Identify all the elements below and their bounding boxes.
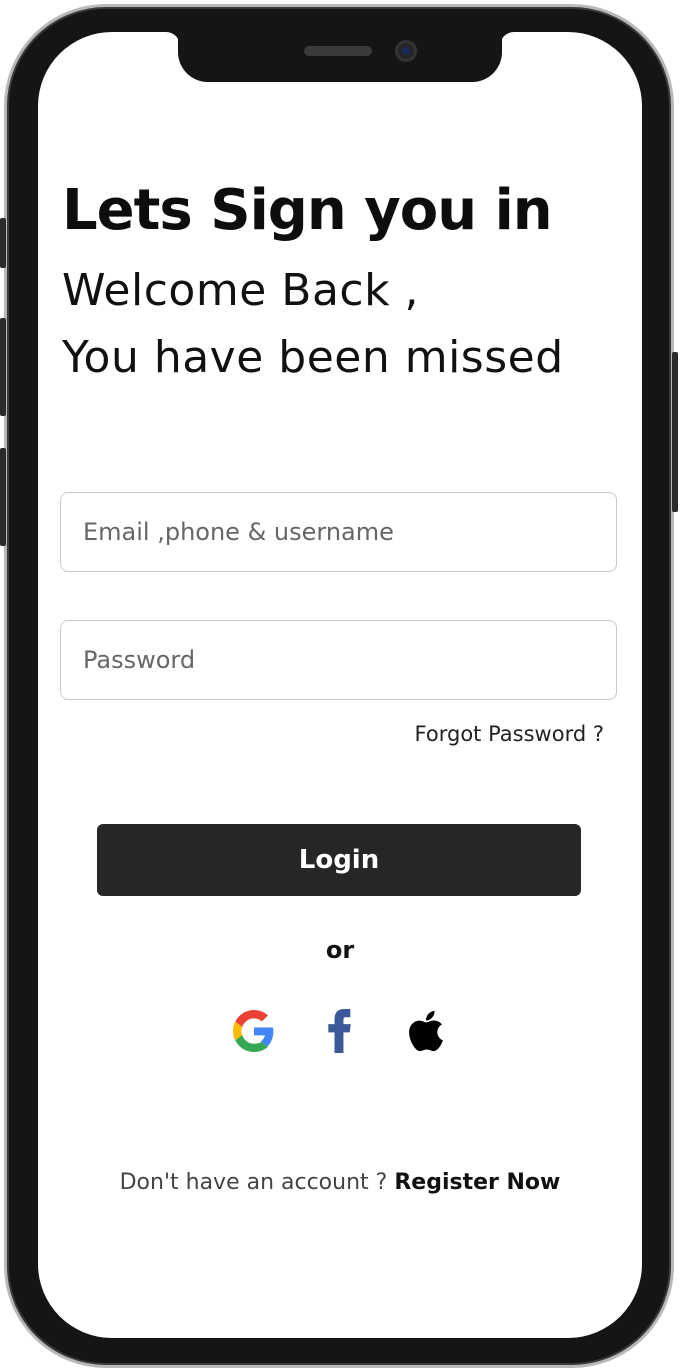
register-now-link[interactable]: Register Now (394, 1170, 560, 1195)
login-button[interactable]: Login (97, 824, 581, 896)
page-title: Lets Sign you in (62, 178, 553, 243)
notch (178, 32, 502, 82)
speaker-grille (304, 46, 372, 56)
password-field[interactable] (60, 620, 617, 700)
side-button-silent (0, 218, 6, 268)
email-field[interactable] (60, 492, 617, 572)
welcome-text: Welcome Back , (62, 265, 420, 316)
side-button-power (672, 352, 678, 512)
facebook-login-button[interactable] (318, 1008, 362, 1054)
google-login-button[interactable] (232, 1008, 276, 1054)
front-camera (395, 40, 417, 62)
google-icon (233, 1010, 274, 1052)
missed-text: You have been missed (62, 332, 564, 383)
notch-corner-right (500, 32, 514, 46)
register-prompt-text: Don't have an account ? (119, 1170, 395, 1195)
facebook-icon (328, 1009, 351, 1053)
side-button-volume-down (0, 448, 6, 546)
apple-login-button[interactable] (404, 1008, 448, 1054)
or-divider: or (325, 936, 355, 964)
forgot-password-link[interactable]: Forgot Password ? (415, 722, 604, 746)
apple-icon (409, 1010, 443, 1052)
register-prompt: Don't have an account ? Register Now (0, 1170, 680, 1195)
side-button-volume-up (0, 318, 6, 416)
